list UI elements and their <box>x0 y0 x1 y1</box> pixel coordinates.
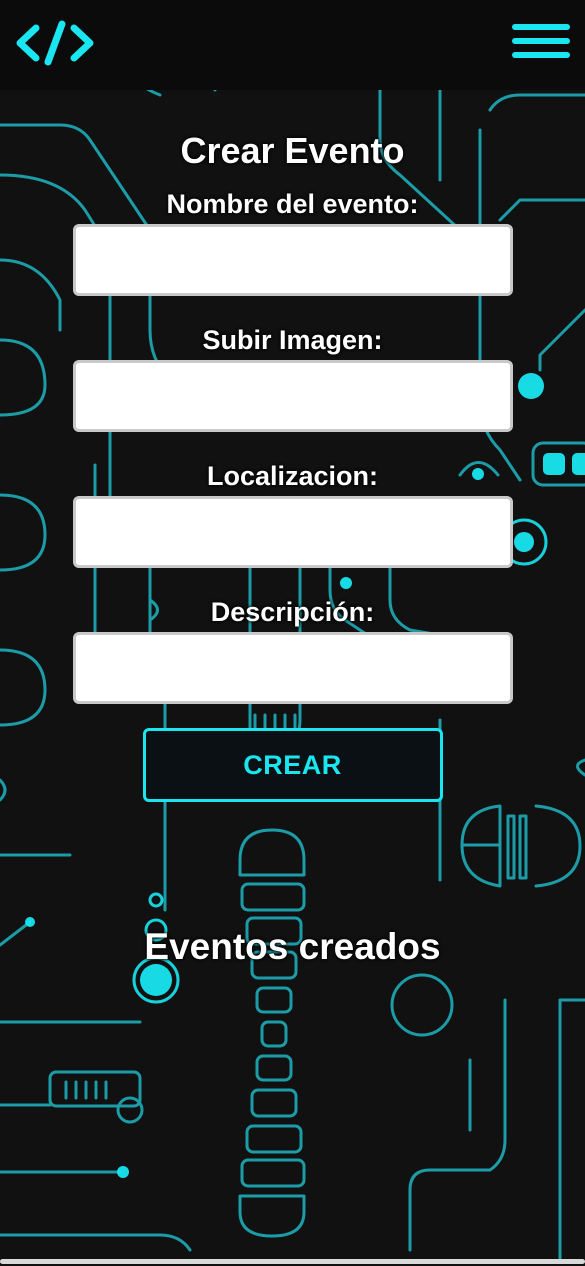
upload-image-input[interactable] <box>72 360 513 432</box>
description-label: Descripción: <box>210 597 375 627</box>
top-navigation-bar <box>0 0 585 90</box>
event-name-label: Nombre del evento: <box>166 189 419 219</box>
hamburger-menu-icon[interactable] <box>512 24 570 60</box>
home-indicator <box>0 1259 585 1264</box>
create-button[interactable]: CREAR <box>142 728 443 802</box>
create-event-form: Crear Evento Nombre del evento: Subir Im… <box>0 128 585 802</box>
event-name-input[interactable] <box>72 224 513 296</box>
location-label: Localizacion: <box>206 461 379 491</box>
description-input[interactable] <box>72 632 513 704</box>
page-title: Crear Evento <box>180 130 405 171</box>
code-brackets-icon[interactable] <box>16 20 94 66</box>
location-input[interactable] <box>72 496 513 568</box>
created-events-title: Eventos creados <box>144 926 441 967</box>
upload-image-label: Subir Imagen: <box>202 325 383 355</box>
